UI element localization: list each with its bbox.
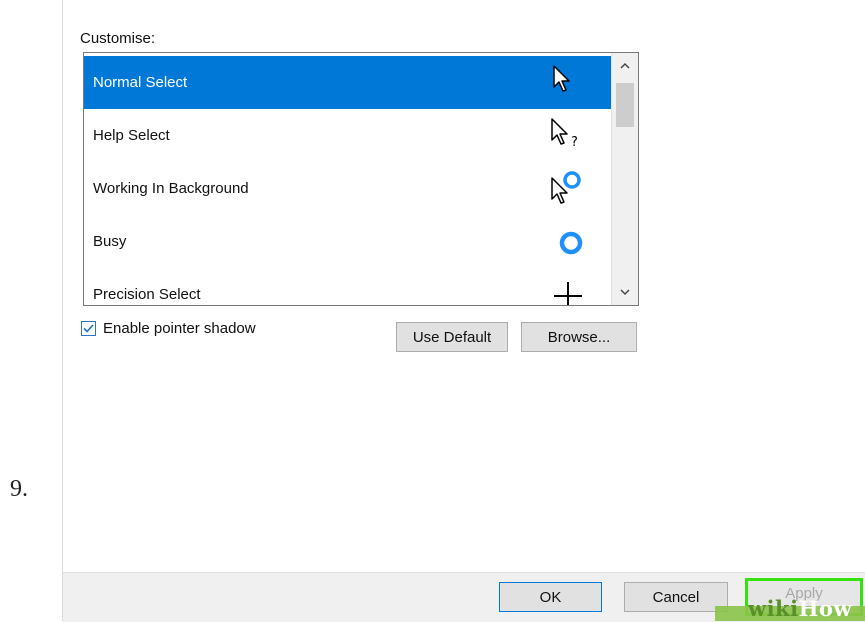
list-item-label: Normal Select: [93, 74, 188, 91]
help-cursor-icon: ?: [551, 118, 578, 150]
crosshair-cursor-icon: [554, 282, 582, 305]
use-default-button[interactable]: Use Default: [396, 322, 508, 352]
customise-label: Customise:: [80, 30, 156, 47]
cursor-list-rows: Normal Select Help Select ? Working In B…: [84, 53, 611, 305]
arrow-cursor-icon: [553, 65, 570, 92]
chevron-down-icon: [620, 289, 630, 296]
busy-cursor-icon: [559, 231, 583, 255]
ok-button[interactable]: OK: [499, 582, 602, 612]
list-scrollbar[interactable]: [611, 53, 638, 305]
watermark-wiki: wiki: [748, 596, 799, 621]
enable-pointer-shadow-label: Enable pointer shadow: [103, 320, 256, 337]
pointer-settings-dialog: Customise: Normal Select Help Select ? W…: [62, 0, 865, 622]
list-item-label: Precision Select: [93, 286, 201, 303]
watermark-how: How: [798, 596, 853, 621]
list-item-label: Help Select: [93, 127, 170, 144]
working-cursor-icon: [551, 171, 581, 204]
wikihow-watermark: wikiHow: [748, 596, 852, 621]
svg-text:?: ?: [571, 135, 578, 150]
scroll-down-button[interactable]: [612, 281, 638, 303]
list-item-help-select[interactable]: Help Select ?: [84, 109, 611, 162]
list-item-normal-select[interactable]: Normal Select: [84, 56, 611, 109]
checkmark-icon: [83, 324, 94, 333]
cursor-scheme-list[interactable]: Normal Select Help Select ? Working In B…: [83, 52, 639, 306]
scroll-thumb[interactable]: [616, 83, 634, 127]
chevron-up-icon: [620, 62, 630, 69]
list-item-precision-select[interactable]: Precision Select: [84, 268, 611, 305]
list-item-label: Busy: [93, 233, 127, 250]
list-item-label: Working In Background: [93, 180, 249, 197]
browse-button[interactable]: Browse...: [521, 322, 637, 352]
cancel-button[interactable]: Cancel: [624, 582, 728, 612]
scroll-up-button[interactable]: [612, 55, 638, 77]
step-number: 9.: [10, 476, 28, 502]
list-item-working-in-background[interactable]: Working In Background: [84, 162, 611, 215]
list-item-busy[interactable]: Busy: [84, 215, 611, 268]
enable-pointer-shadow-checkbox[interactable]: [81, 321, 96, 336]
enable-pointer-shadow-option[interactable]: Enable pointer shadow: [81, 320, 256, 337]
